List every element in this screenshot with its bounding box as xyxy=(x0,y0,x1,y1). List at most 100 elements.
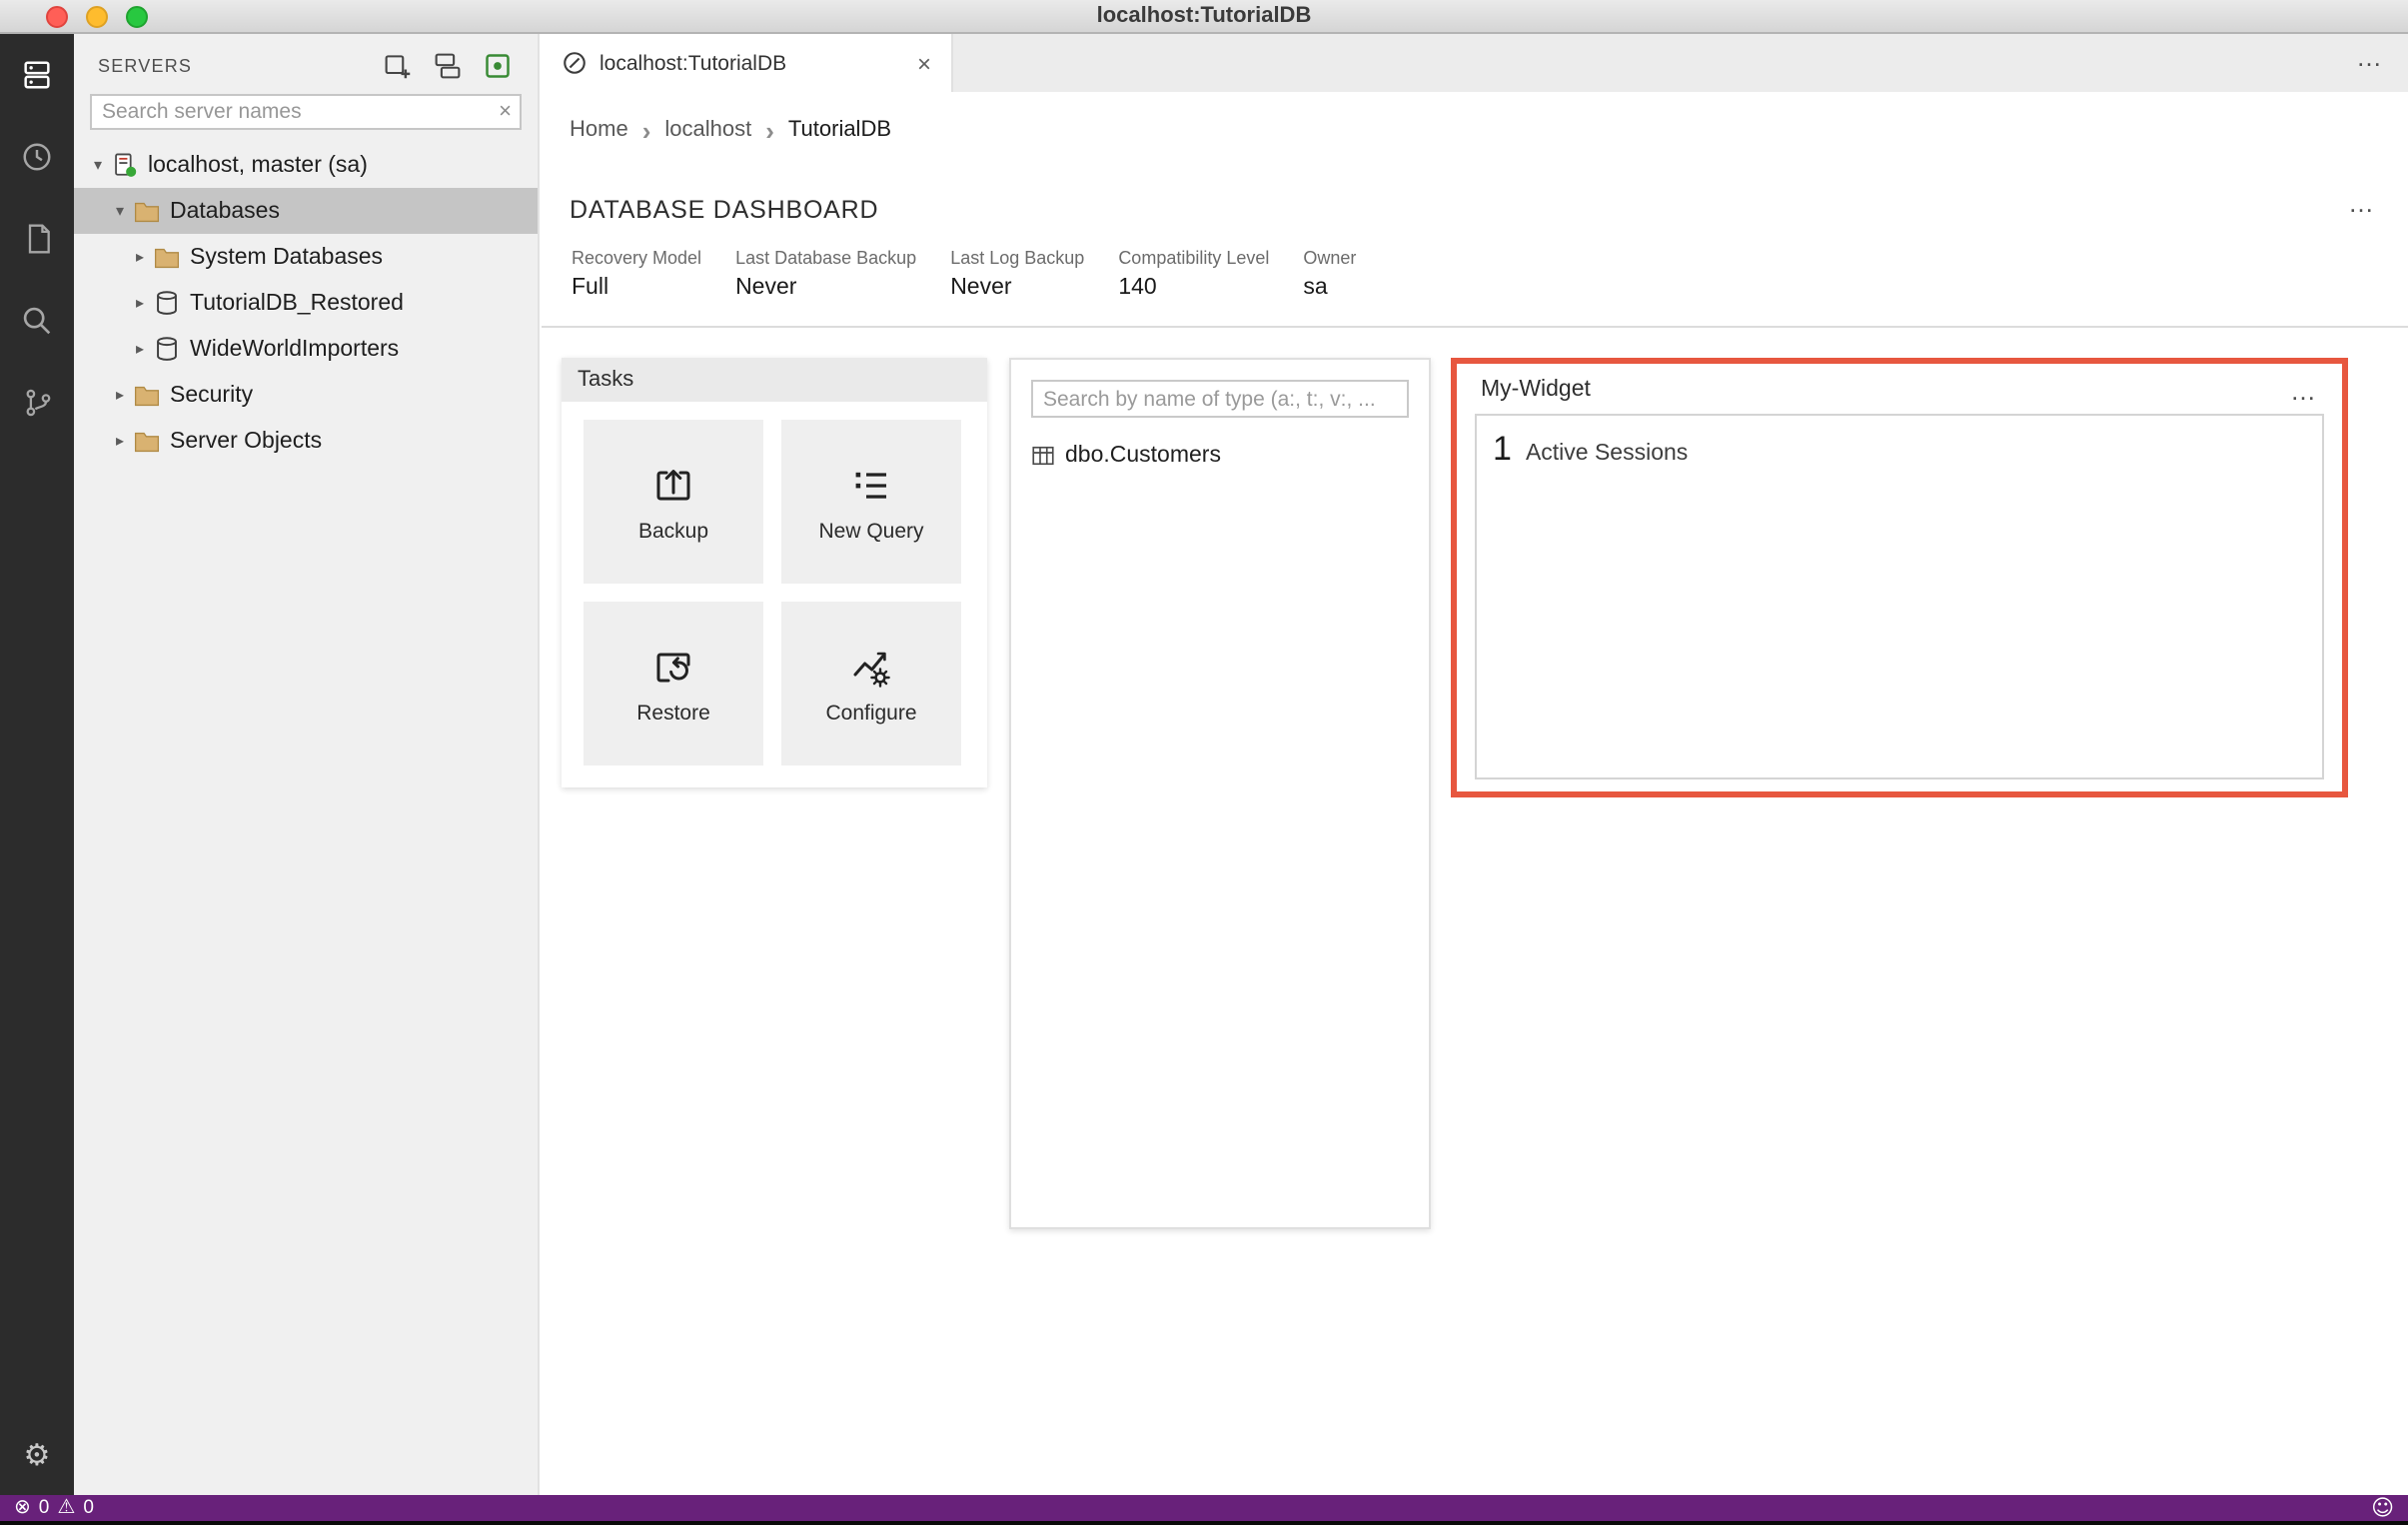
search-icon[interactable] xyxy=(0,280,74,362)
property-label: Compatibility Level xyxy=(1118,248,1270,268)
active-sessions-panel: 1 Active Sessions xyxy=(1475,414,2324,779)
twisty-expanded-icon[interactable]: ▾ xyxy=(108,202,132,220)
zoom-window-button[interactable] xyxy=(126,6,148,28)
twisty-collapsed-icon[interactable]: ▸ xyxy=(128,340,152,358)
feedback-smiley-icon[interactable]: ☺ xyxy=(2371,1495,2394,1521)
configure-icon xyxy=(853,651,890,687)
dashboard-title: DATABASE DASHBOARD xyxy=(570,196,879,224)
tree-item-label: localhost, master (sa) xyxy=(148,153,368,177)
dashboard-more-actions-icon[interactable]: … xyxy=(2348,188,2376,218)
backup-icon xyxy=(656,469,690,500)
property-last-log-backup: Last Log Backup Never xyxy=(950,248,1084,300)
active-connections-icon[interactable] xyxy=(484,52,512,80)
folder-icon xyxy=(132,199,162,223)
server-search-input[interactable] xyxy=(92,96,520,128)
twisty-expanded-icon[interactable]: ▾ xyxy=(86,156,110,174)
twisty-collapsed-icon[interactable]: ▸ xyxy=(108,432,132,450)
close-tab-icon[interactable]: × xyxy=(917,49,931,77)
tasks-widget-title: Tasks xyxy=(562,358,987,402)
problems-status[interactable]: ⊗ 0 ⚠ 0 xyxy=(14,1497,94,1519)
breadcrumb: Home › localhost › TutorialDB xyxy=(542,112,2408,148)
new-connection-icon[interactable] xyxy=(384,52,412,80)
new-query-button[interactable]: New Query xyxy=(781,420,961,584)
chevron-right-icon: › xyxy=(641,115,651,145)
property-value: Never xyxy=(950,276,1012,300)
explorer-widget: dbo.Customers xyxy=(1009,358,1431,1229)
breadcrumb-tutorialdb: TutorialDB xyxy=(787,118,892,142)
tree-item-security[interactable]: ▸ Security xyxy=(74,372,538,418)
twisty-collapsed-icon[interactable]: ▸ xyxy=(108,386,132,404)
tree-item-label: Databases xyxy=(170,199,280,223)
error-icon: ⊗ xyxy=(14,1497,31,1519)
tree-item-tutorialdb-restored[interactable]: ▸ TutorialDB_Restored xyxy=(74,280,538,326)
configure-button[interactable]: Configure xyxy=(781,602,961,765)
minimize-window-button[interactable] xyxy=(86,6,108,28)
twisty-collapsed-icon[interactable]: ▸ xyxy=(128,248,152,266)
restore-button[interactable]: Restore xyxy=(584,602,763,765)
dashboard-header: DATABASE DASHBOARD … xyxy=(542,188,2408,224)
property-owner: Owner sa xyxy=(1303,248,1356,300)
new-server-group-icon[interactable] xyxy=(434,52,462,80)
app-window: localhost:TutorialDB ⚙ SERVERS Search se… xyxy=(0,0,2408,1525)
database-icon xyxy=(152,336,182,362)
task-label: New Query xyxy=(818,519,924,543)
new-query-icon xyxy=(855,471,886,498)
database-properties: Recovery Model Full Last Database Backup… xyxy=(542,248,2408,300)
sidebar-title: SERVERS xyxy=(98,56,193,76)
explorer-item-label: dbo.Customers xyxy=(1065,444,1221,468)
window-bottom-edge xyxy=(0,1521,2408,1525)
tree-item-label: Security xyxy=(170,383,254,407)
close-window-button[interactable] xyxy=(46,6,68,28)
breadcrumb-home[interactable]: Home xyxy=(570,118,628,142)
window-title: localhost:TutorialDB xyxy=(1096,4,1312,28)
task-label: Restore xyxy=(636,701,710,725)
window-titlebar: localhost:TutorialDB xyxy=(0,0,2408,34)
error-count: 0 xyxy=(38,1497,50,1519)
object-search-input[interactable] xyxy=(1033,382,1407,416)
property-label: Recovery Model xyxy=(572,248,702,268)
backup-button[interactable]: Backup xyxy=(584,420,763,584)
source-control-icon[interactable] xyxy=(0,362,74,444)
task-history-icon[interactable] xyxy=(0,116,74,198)
my-widget-header: My-Widget … xyxy=(1457,364,2342,408)
breadcrumb-localhost[interactable]: localhost xyxy=(664,118,751,142)
folder-icon xyxy=(152,245,182,269)
tree-item-localhost[interactable]: ▾ localhost, master (sa) xyxy=(74,142,538,188)
dashboard-tab-icon xyxy=(562,50,588,76)
header-divider xyxy=(542,326,2408,328)
tree-item-databases[interactable]: ▾ Databases xyxy=(74,188,538,234)
property-compatibility-level: Compatibility Level 140 xyxy=(1118,248,1269,300)
tree-item-system-databases[interactable]: ▸ System Databases xyxy=(74,234,538,280)
property-value: Full xyxy=(572,276,609,300)
tree-item-wideworldimporters[interactable]: ▸ WideWorldImporters xyxy=(74,326,538,372)
my-widget-title: My-Widget xyxy=(1481,378,1591,402)
property-recovery-model: Recovery Model Full xyxy=(572,248,701,300)
my-widget: My-Widget … 1 Active Sessions xyxy=(1451,358,2348,797)
tab-localhost-tutorialdb[interactable]: localhost:TutorialDB × xyxy=(542,34,953,92)
tree-item-server-objects[interactable]: ▸ Server Objects xyxy=(74,418,538,464)
servers-sidebar: SERVERS × ▾ xyxy=(74,34,540,1495)
task-label: Backup xyxy=(637,519,709,543)
sidebar-header: SERVERS xyxy=(74,34,538,90)
editor-more-actions-icon[interactable]: … xyxy=(2356,42,2384,72)
property-value: 140 xyxy=(1118,276,1157,300)
property-value: Never xyxy=(735,276,797,300)
my-widget-more-actions-icon[interactable]: … xyxy=(2290,375,2318,405)
activity-bar: ⚙ xyxy=(0,34,74,1495)
active-sessions-count: 1 xyxy=(1493,430,1512,468)
connections-icon[interactable] xyxy=(0,34,74,116)
sidebar-actions xyxy=(384,52,518,80)
status-bar: ⊗ 0 ⚠ 0 ☺ xyxy=(0,1495,2408,1521)
clear-search-icon[interactable]: × xyxy=(499,98,512,128)
explorer-item-dbo-customers[interactable]: dbo.Customers xyxy=(1011,438,1429,474)
active-sessions-label: Active Sessions xyxy=(1525,442,1689,466)
property-value: sa xyxy=(1303,276,1328,300)
twisty-collapsed-icon[interactable]: ▸ xyxy=(128,294,152,312)
server-search-box: × xyxy=(90,94,522,130)
settings-gear-icon[interactable]: ⚙ xyxy=(0,1427,74,1483)
tab-label: localhost:TutorialDB xyxy=(600,51,787,75)
task-label: Configure xyxy=(825,701,917,725)
server-icon xyxy=(110,152,140,178)
database-icon xyxy=(152,290,182,316)
file-explorer-icon[interactable] xyxy=(0,198,74,280)
